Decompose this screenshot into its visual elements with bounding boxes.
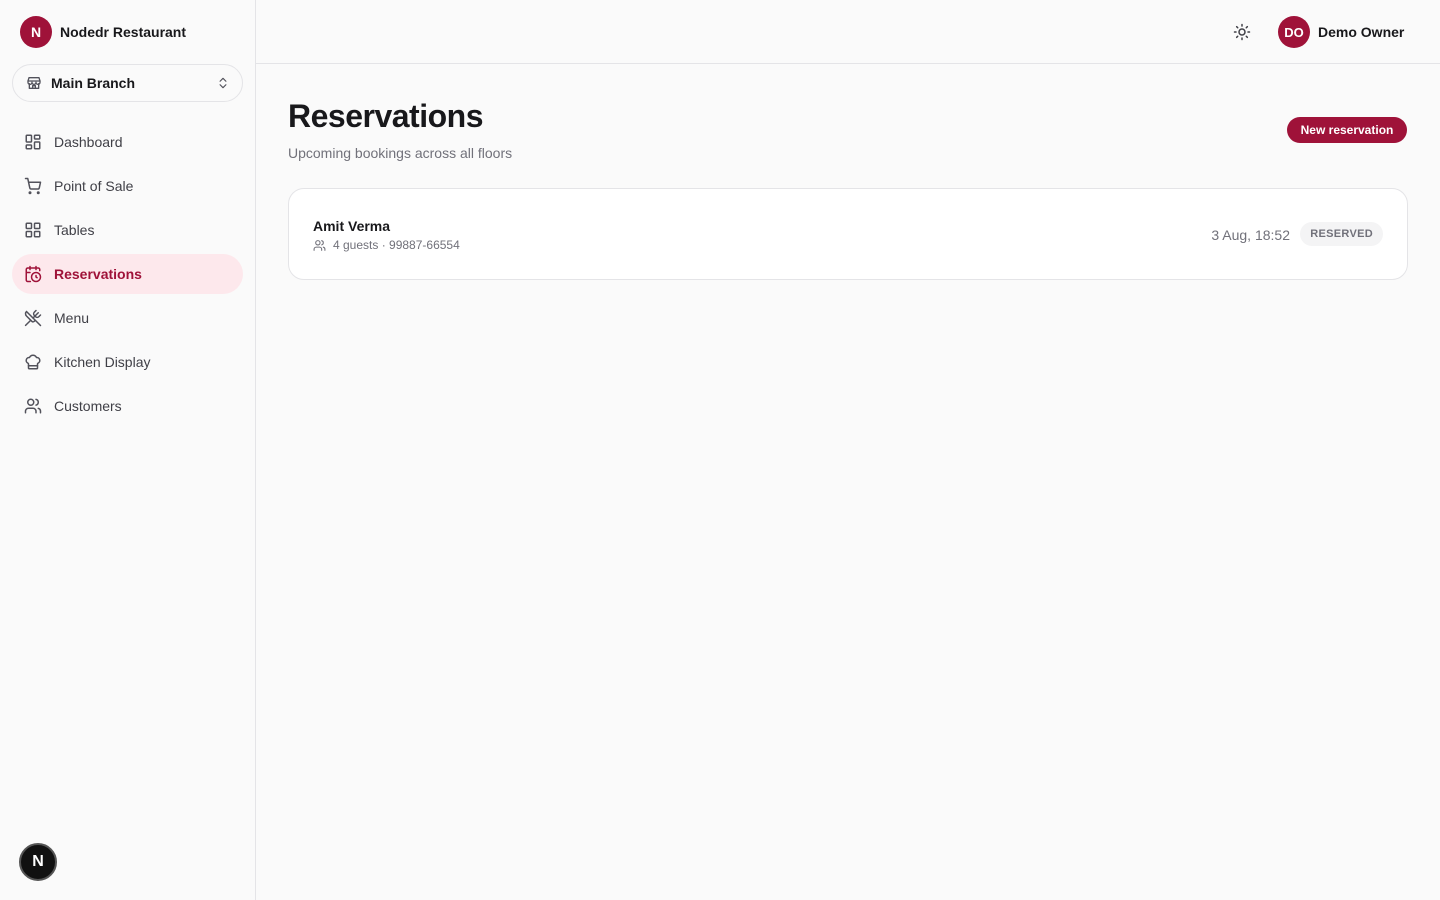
cart-icon	[24, 177, 42, 195]
sidebar-item-label: Tables	[54, 222, 95, 238]
sidebar-item-kitchen-display[interactable]: Kitchen Display	[12, 342, 243, 382]
branch-selector[interactable]: Main Branch	[12, 64, 243, 102]
sidebar-item-point-of-sale[interactable]: Point of Sale	[12, 166, 243, 206]
users-icon	[24, 397, 42, 415]
store-icon	[25, 74, 43, 92]
brand-logo: N	[20, 16, 52, 48]
sidebar-item-label: Point of Sale	[54, 178, 134, 194]
utensils-icon	[24, 309, 42, 327]
users-icon	[313, 239, 326, 252]
page-subtitle: Upcoming bookings across all floors	[288, 145, 513, 161]
dashboard-icon	[24, 133, 42, 151]
sidebar-item-label: Dashboard	[54, 134, 123, 150]
chevrons-up-down-icon	[216, 76, 230, 90]
sidebar-item-label: Customers	[54, 398, 122, 414]
new-reservation-button[interactable]: New reservation	[1287, 117, 1407, 143]
sidebar-item-label: Kitchen Display	[54, 354, 151, 370]
reservation-name: Amit Verma	[313, 218, 391, 234]
calendar-clock-icon	[24, 265, 42, 283]
brand-name: Nodedr Restaurant	[60, 24, 187, 40]
reservation-time: 3 Aug, 18:52	[1211, 227, 1290, 243]
reservation-card[interactable]: Amit Verma 4 guests · 99887-66554 3 Aug,…	[288, 188, 1408, 280]
top-bar: DO Demo Owner	[256, 0, 1440, 64]
sidebar: N Nodedr Restaurant Main Branch Dashboar…	[0, 0, 256, 900]
sidebar-item-tables[interactable]: Tables	[12, 210, 243, 250]
corner-badge[interactable]: N	[19, 843, 57, 881]
sidebar-item-label: Reservations	[54, 266, 142, 282]
sidebar-item-reservations[interactable]: Reservations	[12, 254, 243, 294]
sidebar-nav: Dashboard Point of Sale Tables Reservati…	[12, 122, 243, 430]
theme-toggle-button[interactable]	[1230, 20, 1254, 44]
branch-label: Main Branch	[51, 75, 136, 91]
chef-hat-icon	[24, 353, 42, 371]
user-name: Demo Owner	[1318, 24, 1405, 40]
status-badge: RESERVED	[1300, 222, 1383, 246]
brand[interactable]: N Nodedr Restaurant	[20, 16, 186, 48]
sidebar-item-menu[interactable]: Menu	[12, 298, 243, 338]
sidebar-item-label: Menu	[54, 310, 90, 326]
grid-icon	[24, 221, 42, 239]
sidebar-item-dashboard[interactable]: Dashboard	[12, 122, 243, 162]
user-menu[interactable]: DO Demo Owner	[1278, 16, 1404, 48]
sidebar-item-customers[interactable]: Customers	[12, 386, 243, 426]
reservation-meta: 4 guests · 99887-66554	[313, 238, 460, 252]
reservation-guests-phone: 4 guests · 99887-66554	[333, 238, 460, 252]
page-title: Reservations	[288, 98, 483, 134]
avatar: DO	[1278, 16, 1310, 48]
sun-icon	[1233, 23, 1251, 41]
